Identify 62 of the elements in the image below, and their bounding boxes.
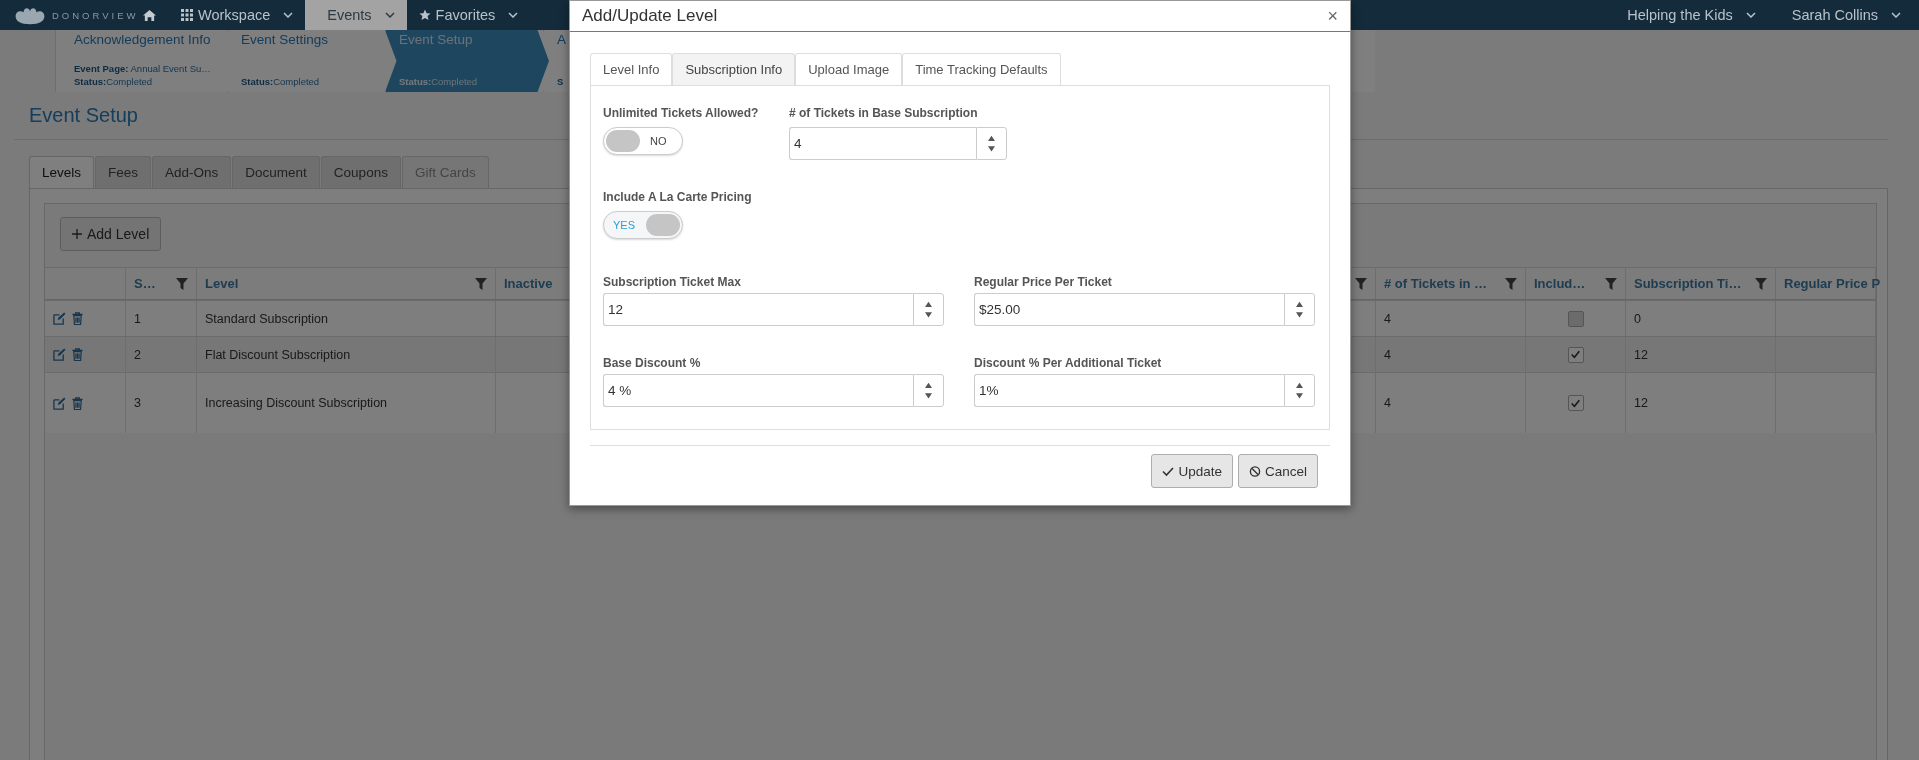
field-label: Unlimited Tickets Allowed?: [603, 106, 760, 120]
close-button[interactable]: ×: [1325, 5, 1340, 27]
column-header[interactable]: Inactive: [504, 276, 553, 291]
table-cell: 12: [1634, 396, 1648, 410]
field-label: # of Tickets in Base Subscription: [789, 106, 979, 120]
column-header[interactable]: Level: [205, 276, 239, 291]
nav-menu[interactable]: Favorites: [406, 0, 531, 30]
update-button[interactable]: Update: [1151, 454, 1233, 488]
field-label: Discount % Per Additional Ticket: [974, 356, 1163, 370]
number-field[interactable]: 4 %: [603, 374, 913, 407]
table-cell: 4: [1384, 396, 1391, 410]
tab[interactable]: Upload Image: [795, 53, 903, 85]
step-title: Event Settings: [241, 32, 330, 47]
table-cell: 3: [134, 396, 141, 410]
logo-text: DONORVIEW: [52, 9, 139, 21]
field-label: Subscription Ticket Max: [603, 275, 742, 289]
table-cell: Increasing Discount Subscription: [205, 396, 388, 410]
tab[interactable]: Subscription Info: [672, 53, 796, 85]
dialog-title: Add/Update Level: [582, 6, 718, 26]
step-title: Acknowledgement Info: [74, 32, 212, 47]
step-status: S: [557, 75, 565, 88]
table-cell: 1: [134, 311, 141, 326]
number-field[interactable]: 1%: [974, 374, 1284, 407]
table-cell: 2: [134, 347, 141, 362]
tab[interactable]: Time Tracking Defaults: [902, 53, 1061, 85]
tab[interactable]: Levels: [29, 156, 95, 188]
tab[interactable]: Coupons: [320, 156, 401, 188]
field-label: Regular Price Per Ticket: [974, 275, 1113, 289]
table-cell: 4: [1384, 311, 1391, 326]
step-title: A: [557, 32, 567, 47]
field-label: Include A La Carte Pricing: [603, 190, 753, 204]
table-cell: 12: [1634, 347, 1648, 362]
step-title: Event Setup: [399, 32, 474, 47]
step-page: Event Page: Annual Event Su…: [74, 62, 212, 75]
table-cell: 4: [1384, 347, 1391, 362]
table-cell: Standard Subscription: [205, 311, 328, 326]
column-header[interactable]: # of Tickets in …: [1384, 276, 1488, 291]
nav-menu[interactable]: Workspace: [169, 0, 306, 30]
column-header[interactable]: Regular Price P: [1784, 276, 1881, 291]
number-field[interactable]: 12: [603, 293, 913, 326]
toggle-switch[interactable]: YES: [603, 211, 683, 239]
toggle-switch[interactable]: NO: [603, 127, 683, 155]
tab[interactable]: Fees: [95, 156, 152, 188]
column-header[interactable]: Includ…: [1534, 276, 1586, 291]
step-status: Status:Completed: [399, 75, 479, 88]
cancel-button[interactable]: Cancel: [1237, 454, 1318, 488]
table-cell: Flat Discount Subscription: [205, 347, 351, 362]
step-status: Status:Completed: [74, 75, 154, 88]
number-field[interactable]: 4: [789, 127, 976, 160]
table-cell: 0: [1634, 311, 1641, 326]
nav-menu[interactable]: Sarah Collins: [1773, 0, 1919, 30]
field-label: Base Discount %: [603, 356, 702, 370]
number-field[interactable]: $25.00: [974, 293, 1284, 326]
tab[interactable]: Add-Ons: [152, 156, 232, 188]
nav-menu[interactable]: Helping the Kids: [1609, 0, 1774, 30]
nav-menu[interactable]: Events: [305, 0, 407, 30]
column-header[interactable]: S…: [134, 276, 156, 291]
tab[interactable]: Level Info: [590, 53, 673, 85]
tab[interactable]: Document: [232, 156, 320, 188]
add-level-button[interactable]: Add Level: [60, 217, 162, 251]
step-status: Status:Completed: [241, 75, 321, 88]
column-header[interactable]: Subscription Ti…: [1634, 276, 1742, 291]
